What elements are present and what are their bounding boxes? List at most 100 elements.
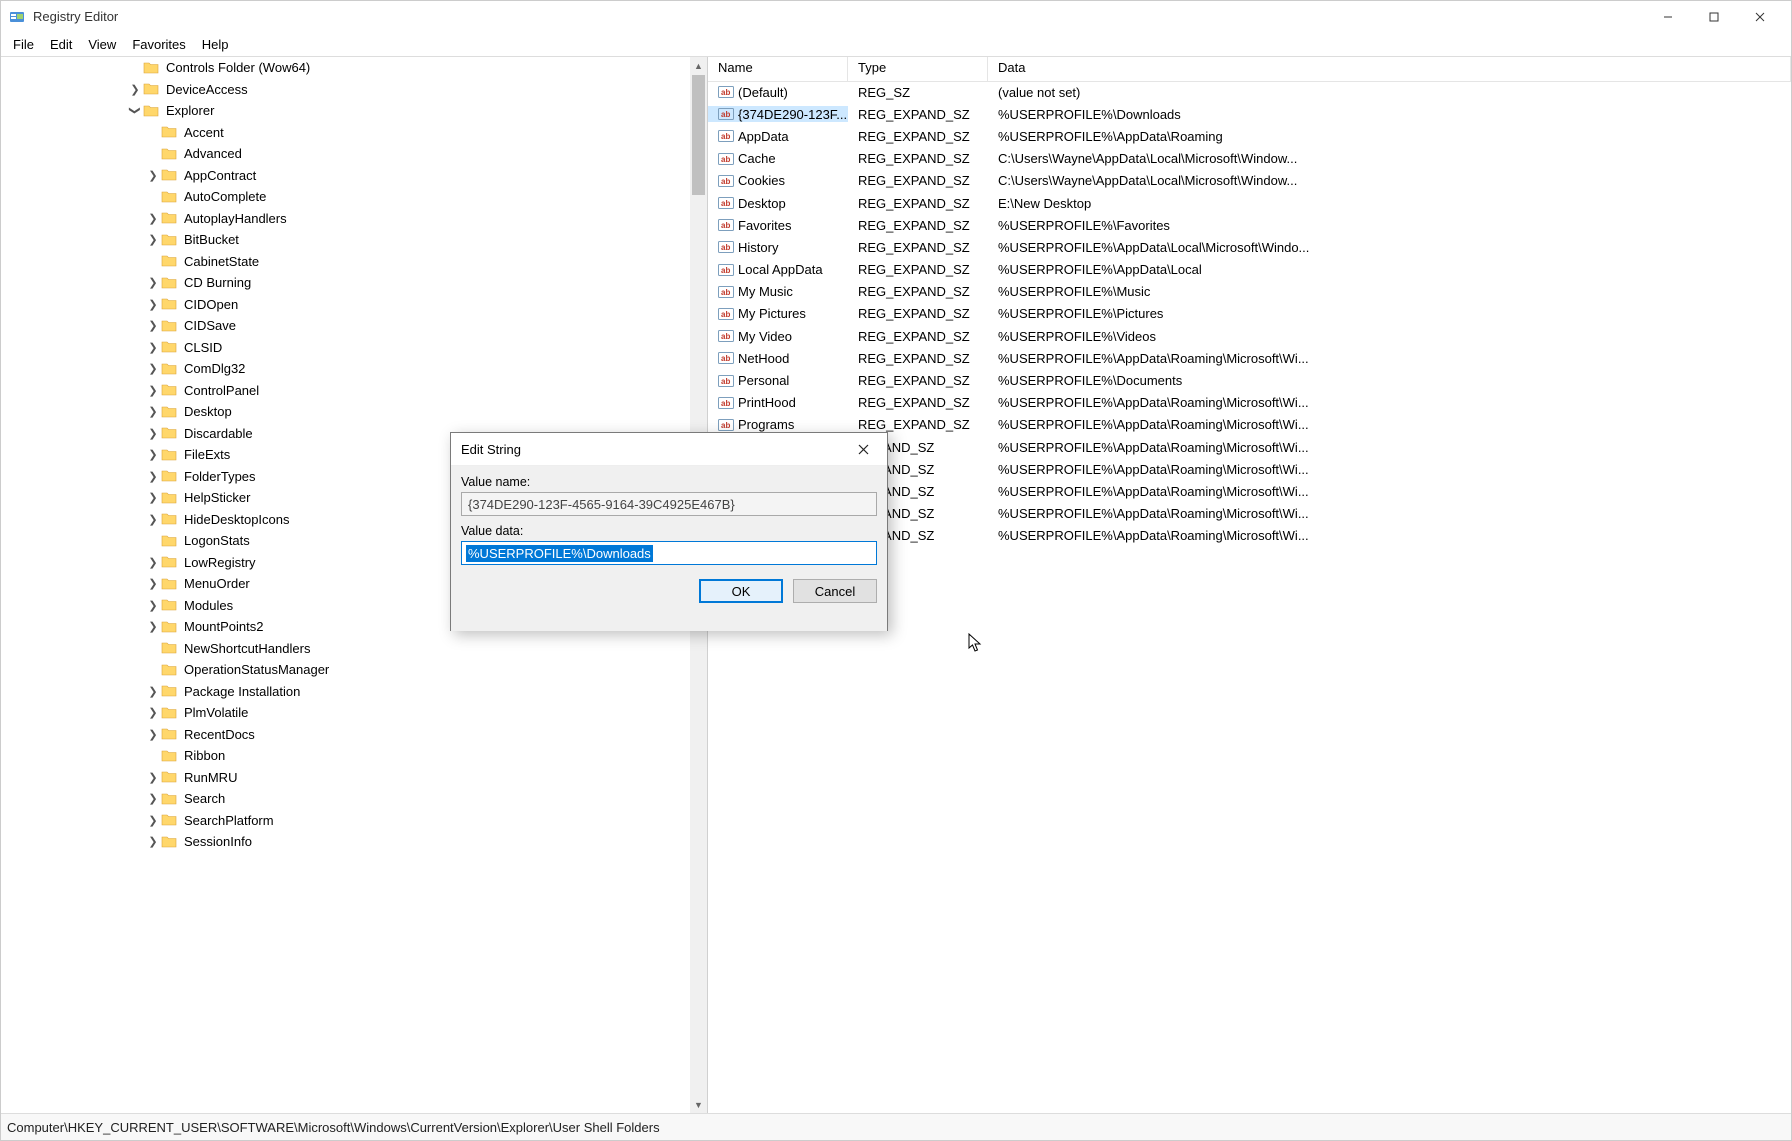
tree-item[interactable]: ❯AppContract bbox=[1, 165, 690, 187]
tree-item[interactable]: Accent bbox=[1, 122, 690, 144]
value-row[interactable]: abDesktopREG_EXPAND_SZE:\New Desktop bbox=[708, 192, 1791, 214]
tree-item[interactable]: ❯BitBucket bbox=[1, 229, 690, 251]
value-row[interactable]: ab{374DE290-123F...REG_EXPAND_SZ%USERPRO… bbox=[708, 103, 1791, 125]
value-data: %USERPROFILE%\AppData\Roaming\Microsoft\… bbox=[988, 351, 1791, 366]
expand-icon[interactable]: ❯ bbox=[145, 319, 161, 332]
expand-icon[interactable]: ❯ bbox=[145, 771, 161, 784]
value-row[interactable]: ab(Default)REG_SZ(value not set) bbox=[708, 81, 1791, 103]
minimize-button[interactable] bbox=[1645, 1, 1691, 32]
tree-item[interactable]: Advanced bbox=[1, 143, 690, 165]
tree-item[interactable]: ❯ CD Burning bbox=[1, 272, 690, 294]
tree-item[interactable]: OperationStatusManager bbox=[1, 659, 690, 681]
value-row[interactable]: abHistoryREG_EXPAND_SZ%USERPROFILE%\AppD… bbox=[708, 236, 1791, 258]
expand-icon[interactable]: ❯ bbox=[145, 448, 161, 461]
expand-icon[interactable]: ❯ bbox=[145, 814, 161, 827]
expand-icon[interactable]: ❯ bbox=[145, 599, 161, 612]
expand-icon[interactable]: ❯ bbox=[145, 276, 161, 289]
expand-icon[interactable]: ❯ bbox=[145, 427, 161, 440]
menu-help[interactable]: Help bbox=[194, 35, 237, 54]
dialog-close-button[interactable] bbox=[849, 435, 877, 463]
tree-item[interactable]: ❯ Package Installation bbox=[1, 681, 690, 703]
tree-item[interactable]: Controls Folder (Wow64) bbox=[1, 57, 690, 79]
value-data-input[interactable]: %USERPROFILE%\Downloads bbox=[461, 541, 877, 565]
expand-icon[interactable]: ❯ bbox=[145, 685, 161, 698]
scroll-up-icon[interactable]: ▲ bbox=[690, 57, 707, 74]
expand-icon[interactable]: ❯ bbox=[145, 298, 161, 311]
value-row[interactable]: abAppDataREG_EXPAND_SZ%USERPROFILE%\AppD… bbox=[708, 125, 1791, 147]
expand-icon[interactable]: ❯ bbox=[145, 212, 161, 225]
maximize-button[interactable] bbox=[1691, 1, 1737, 32]
value-row[interactable]: abLocal AppDataREG_EXPAND_SZ%USERPROFILE… bbox=[708, 259, 1791, 281]
tree-label: LowRegistry bbox=[181, 554, 259, 571]
tree-label: MountPoints2 bbox=[181, 618, 267, 635]
expand-icon[interactable]: ❯ bbox=[145, 706, 161, 719]
tree-item[interactable]: ❯ControlPanel bbox=[1, 380, 690, 402]
tree-item[interactable]: ❯CIDOpen bbox=[1, 294, 690, 316]
tree-item[interactable]: CabinetState bbox=[1, 251, 690, 273]
tree-item[interactable]: ❯RecentDocs bbox=[1, 724, 690, 746]
menu-view[interactable]: View bbox=[80, 35, 124, 54]
col-type[interactable]: Type bbox=[848, 57, 988, 81]
tree-item[interactable]: ❯DeviceAccess bbox=[1, 79, 690, 101]
expand-icon[interactable]: ❯ bbox=[145, 341, 161, 354]
expand-icon[interactable]: ❯ bbox=[145, 513, 161, 526]
tree-item[interactable]: ❯SearchPlatform bbox=[1, 810, 690, 832]
cancel-button[interactable]: Cancel bbox=[793, 579, 877, 603]
value-row[interactable]: abPrintHoodREG_EXPAND_SZ%USERPROFILE%\Ap… bbox=[708, 392, 1791, 414]
tree-item[interactable]: ❯PlmVolatile bbox=[1, 702, 690, 724]
expand-icon[interactable]: ❯ bbox=[145, 405, 161, 418]
expand-icon[interactable]: ❯ bbox=[145, 233, 161, 246]
tree-label: HelpSticker bbox=[181, 489, 253, 506]
string-value-icon: ab bbox=[718, 217, 734, 233]
svg-text:ab: ab bbox=[721, 243, 730, 252]
value-row[interactable]: abMy PicturesREG_EXPAND_SZ%USERPROFILE%\… bbox=[708, 303, 1791, 325]
string-value-icon: ab bbox=[718, 417, 734, 433]
tree-item[interactable]: AutoComplete bbox=[1, 186, 690, 208]
col-name[interactable]: Name bbox=[708, 57, 848, 81]
expand-icon[interactable]: ❯ bbox=[145, 491, 161, 504]
value-row[interactable]: abMy VideoREG_EXPAND_SZ%USERPROFILE%\Vid… bbox=[708, 325, 1791, 347]
tree-label: CD Burning bbox=[181, 274, 254, 291]
value-type: REG_EXPAND_SZ bbox=[848, 395, 988, 410]
scroll-down-icon[interactable]: ▼ bbox=[690, 1096, 707, 1113]
menu-file[interactable]: File bbox=[5, 35, 42, 54]
value-row[interactable]: abMy MusicREG_EXPAND_SZ%USERPROFILE%\Mus… bbox=[708, 281, 1791, 303]
menu-edit[interactable]: Edit bbox=[42, 35, 80, 54]
col-data[interactable]: Data bbox=[988, 57, 1791, 81]
value-row[interactable]: abPersonalREG_EXPAND_SZ%USERPROFILE%\Doc… bbox=[708, 369, 1791, 391]
tree-item[interactable]: ❯SessionInfo bbox=[1, 831, 690, 853]
tree-item[interactable]: ❯RunMRU bbox=[1, 767, 690, 789]
ok-button[interactable]: OK bbox=[699, 579, 783, 603]
expand-icon[interactable]: ❯ bbox=[145, 384, 161, 397]
tree-item[interactable]: ❯Desktop bbox=[1, 401, 690, 423]
value-row[interactable]: abFavoritesREG_EXPAND_SZ%USERPROFILE%\Fa… bbox=[708, 214, 1791, 236]
expand-icon[interactable]: ❯ bbox=[145, 362, 161, 375]
expand-icon[interactable]: ❯ bbox=[145, 470, 161, 483]
expand-icon[interactable]: ❯ bbox=[145, 835, 161, 848]
expand-icon[interactable]: ❯ bbox=[145, 169, 161, 182]
value-data: %USERPROFILE%\AppData\Roaming\Microsoft\… bbox=[988, 440, 1791, 455]
tree-item[interactable]: ❯Explorer bbox=[1, 100, 690, 122]
expand-icon[interactable]: ❯ bbox=[145, 556, 161, 569]
tree-item[interactable]: Ribbon bbox=[1, 745, 690, 767]
expand-icon[interactable]: ❯ bbox=[145, 577, 161, 590]
tree-item[interactable]: ❯CIDSave bbox=[1, 315, 690, 337]
tree-item[interactable]: ❯AutoplayHandlers bbox=[1, 208, 690, 230]
tree-item[interactable]: NewShortcutHandlers bbox=[1, 638, 690, 660]
expand-icon[interactable]: ❯ bbox=[127, 83, 143, 96]
expand-icon[interactable]: ❯ bbox=[145, 728, 161, 741]
tree-item[interactable]: ❯Search bbox=[1, 788, 690, 810]
expand-icon[interactable]: ❯ bbox=[145, 792, 161, 805]
tree-label: Package Installation bbox=[181, 683, 303, 700]
menu-favorites[interactable]: Favorites bbox=[124, 35, 193, 54]
expand-icon[interactable]: ❯ bbox=[145, 620, 161, 633]
value-row[interactable]: abCacheREG_EXPAND_SZC:\Users\Wayne\AppDa… bbox=[708, 148, 1791, 170]
collapse-icon[interactable]: ❯ bbox=[129, 103, 142, 119]
close-button[interactable] bbox=[1737, 1, 1783, 32]
value-row[interactable]: abNetHoodREG_EXPAND_SZ%USERPROFILE%\AppD… bbox=[708, 347, 1791, 369]
string-value-icon: ab bbox=[718, 350, 734, 366]
tree-item[interactable]: ❯ComDlg32 bbox=[1, 358, 690, 380]
tree-item[interactable]: ❯CLSID bbox=[1, 337, 690, 359]
value-row[interactable]: abCookiesREG_EXPAND_SZC:\Users\Wayne\App… bbox=[708, 170, 1791, 192]
scroll-thumb[interactable] bbox=[692, 75, 705, 195]
